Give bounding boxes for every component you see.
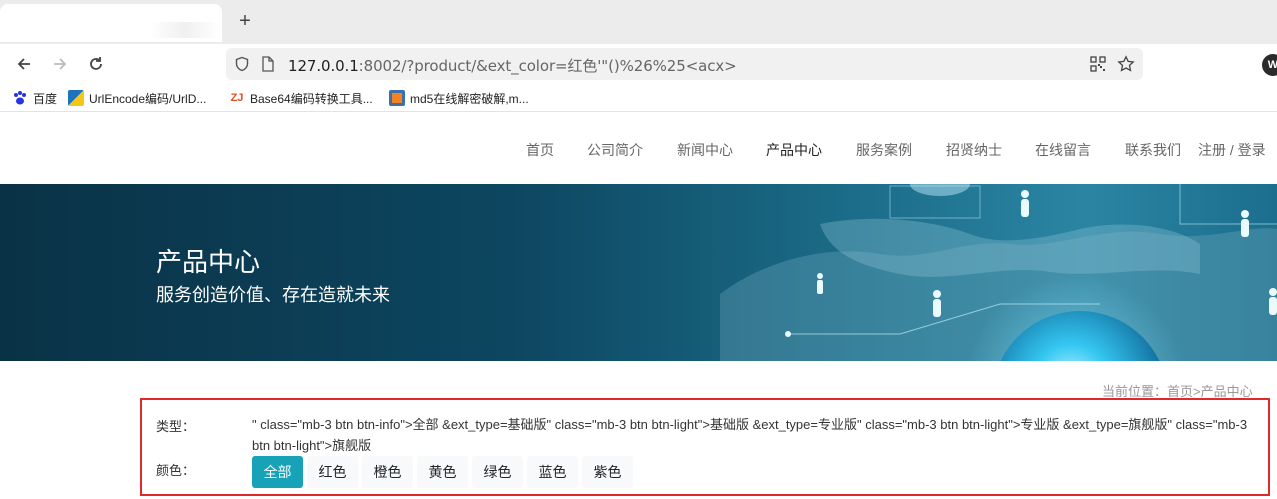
filter-panel: 类型： " class="mb-3 btn btn-info">全部 &ext_… — [140, 398, 1270, 496]
nav-news[interactable]: 新闻中心 — [677, 140, 733, 160]
url-text[interactable]: 127.0.0.1:8002/?product/&ext_color=红色'"(… — [288, 55, 737, 76]
nav-contact[interactable]: 联系我们 — [1125, 140, 1181, 160]
color-red-button[interactable]: 红色 — [307, 456, 358, 488]
bookmark-baidu[interactable]: 百度 — [12, 89, 57, 107]
browser-toolbar: 127.0.0.1:8002/?product/&ext_color=红色'"(… — [0, 44, 1277, 84]
url-path: :8002/?product/&ext_color=红色'"()%26%25<a… — [358, 57, 737, 75]
new-tab-icon[interactable]: + — [236, 11, 254, 31]
profile-avatar[interactable]: W — [1262, 54, 1277, 76]
color-all-button[interactable]: 全部 — [252, 456, 303, 488]
site-header: 首页 公司简介 新闻中心 产品中心 服务案例 招贤纳士 在线留言 联系我们 注册… — [0, 112, 1277, 184]
browser-tabstrip: + — [0, 0, 1277, 44]
banner-subtitle: 服务创造价值、存在造就未来 — [156, 285, 390, 305]
bookmark-label: 百度 — [33, 91, 58, 106]
banner-title: 产品中心 — [156, 247, 261, 277]
qr-code-icon[interactable] — [1089, 55, 1107, 73]
color-orange-button[interactable]: 橙色 — [362, 456, 413, 488]
md5-icon — [389, 90, 405, 106]
base64-icon: ZJ — [229, 90, 245, 106]
address-bar[interactable]: 127.0.0.1:8002/?product/&ext_color=红色'"(… — [226, 48, 1143, 80]
color-blue-button[interactable]: 蓝色 — [527, 456, 578, 488]
url-host: 127.0.0.1 — [288, 57, 359, 75]
nav-message[interactable]: 在线留言 — [1035, 140, 1091, 160]
star-icon[interactable] — [1117, 55, 1135, 73]
bookmark-label: UrlEncode编码/UrlD... — [89, 91, 207, 106]
forward-icon[interactable] — [49, 53, 71, 75]
type-label: 类型： — [156, 419, 196, 434]
page-banner: 产品中心 服务创造价值、存在造就未来 — [0, 184, 1277, 361]
color-label: 颜色： — [156, 463, 196, 478]
bookmark-label: Base64编码转换工具... — [250, 91, 373, 106]
back-icon[interactable] — [13, 53, 35, 75]
baidu-icon — [12, 90, 28, 106]
nav-jobs[interactable]: 招贤纳士 — [946, 140, 1002, 160]
type-filter-raw-text: " class="mb-3 btn btn-info">全部 &ext_type… — [252, 417, 1248, 453]
shield-icon[interactable] — [233, 55, 251, 73]
bookmarks-bar: 百度 UrlEncode编码/UrlD... ZJ Base64编码转换工具..… — [0, 84, 1277, 112]
color-purple-button[interactable]: 紫色 — [582, 456, 633, 488]
page-icon — [259, 55, 277, 73]
bookmark-base64[interactable]: ZJ Base64编码转换工具... — [229, 89, 373, 107]
bookmark-label: md5在线解密破解,m... — [410, 91, 529, 106]
bookmark-md5[interactable]: md5在线解密破解,m... — [389, 89, 529, 107]
reload-icon[interactable] — [85, 53, 107, 75]
bookmark-urlencode[interactable]: UrlEncode编码/UrlD... — [68, 89, 206, 107]
nav-products[interactable]: 产品中心 — [766, 140, 822, 160]
nav-login[interactable]: 注册 / 登录 — [1198, 140, 1266, 160]
tab-title-blur — [150, 22, 220, 38]
nav-cases[interactable]: 服务案例 — [856, 140, 912, 160]
color-green-button[interactable]: 绿色 — [472, 456, 523, 488]
color-yellow-button[interactable]: 黄色 — [417, 456, 468, 488]
urlencode-icon — [68, 90, 84, 106]
nav-home[interactable]: 首页 — [526, 140, 554, 160]
nav-about[interactable]: 公司简介 — [587, 140, 643, 160]
browser-tab[interactable] — [0, 4, 222, 42]
